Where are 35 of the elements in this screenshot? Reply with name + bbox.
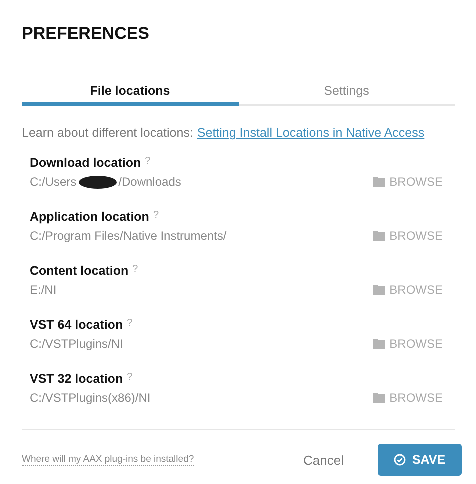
- path-text: /Downloads: [118, 175, 182, 189]
- help-icon[interactable]: ?: [145, 156, 151, 167]
- browse-button[interactable]: BROWSE: [372, 229, 443, 243]
- folder-icon: [372, 285, 385, 295]
- cancel-button[interactable]: Cancel: [304, 452, 344, 468]
- folder-icon: [372, 339, 385, 349]
- browse-button[interactable]: BROWSE: [372, 283, 443, 297]
- help-link[interactable]: Setting Install Locations in Native Access: [197, 126, 425, 140]
- browse-button[interactable]: BROWSE: [372, 391, 443, 405]
- browse-button[interactable]: BROWSE: [372, 175, 443, 189]
- path-text: C:/Program Files/Native Instruments/: [30, 229, 227, 243]
- folder-icon: [372, 393, 385, 403]
- location-label: Application location: [30, 210, 150, 224]
- folder-icon: [372, 231, 385, 241]
- path-text: C:/Users: [30, 175, 77, 189]
- dialog-title: PREFERENCES: [22, 23, 151, 45]
- check-circle-icon: [394, 454, 406, 466]
- location-label: VST 64 location: [30, 318, 124, 332]
- help-icon[interactable]: ?: [153, 210, 160, 221]
- aax-help-link[interactable]: Where will my AAX plug-ins be installed?: [22, 454, 194, 466]
- location-label: Content location: [30, 264, 129, 278]
- location-label: Download location: [30, 156, 142, 170]
- browse-button[interactable]: BROWSE: [372, 337, 443, 351]
- path-text: C:/VSTPlugins(x86)/NI: [30, 391, 151, 405]
- help-icon[interactable]: ?: [132, 264, 138, 275]
- help-icon[interactable]: ?: [127, 372, 133, 383]
- path-text: E:/NI: [30, 283, 57, 297]
- save-button[interactable]: SAVE: [378, 444, 462, 476]
- help-icon[interactable]: ?: [127, 318, 133, 329]
- tab[interactable]: File locations: [22, 84, 238, 106]
- folder-icon: [372, 177, 385, 187]
- intro-text: Learn about different locations:: [22, 126, 194, 140]
- tab[interactable]: Settings: [238, 84, 455, 106]
- path-text: C:/VSTPlugins/NI: [30, 337, 124, 351]
- location-label: VST 32 location: [30, 372, 124, 386]
